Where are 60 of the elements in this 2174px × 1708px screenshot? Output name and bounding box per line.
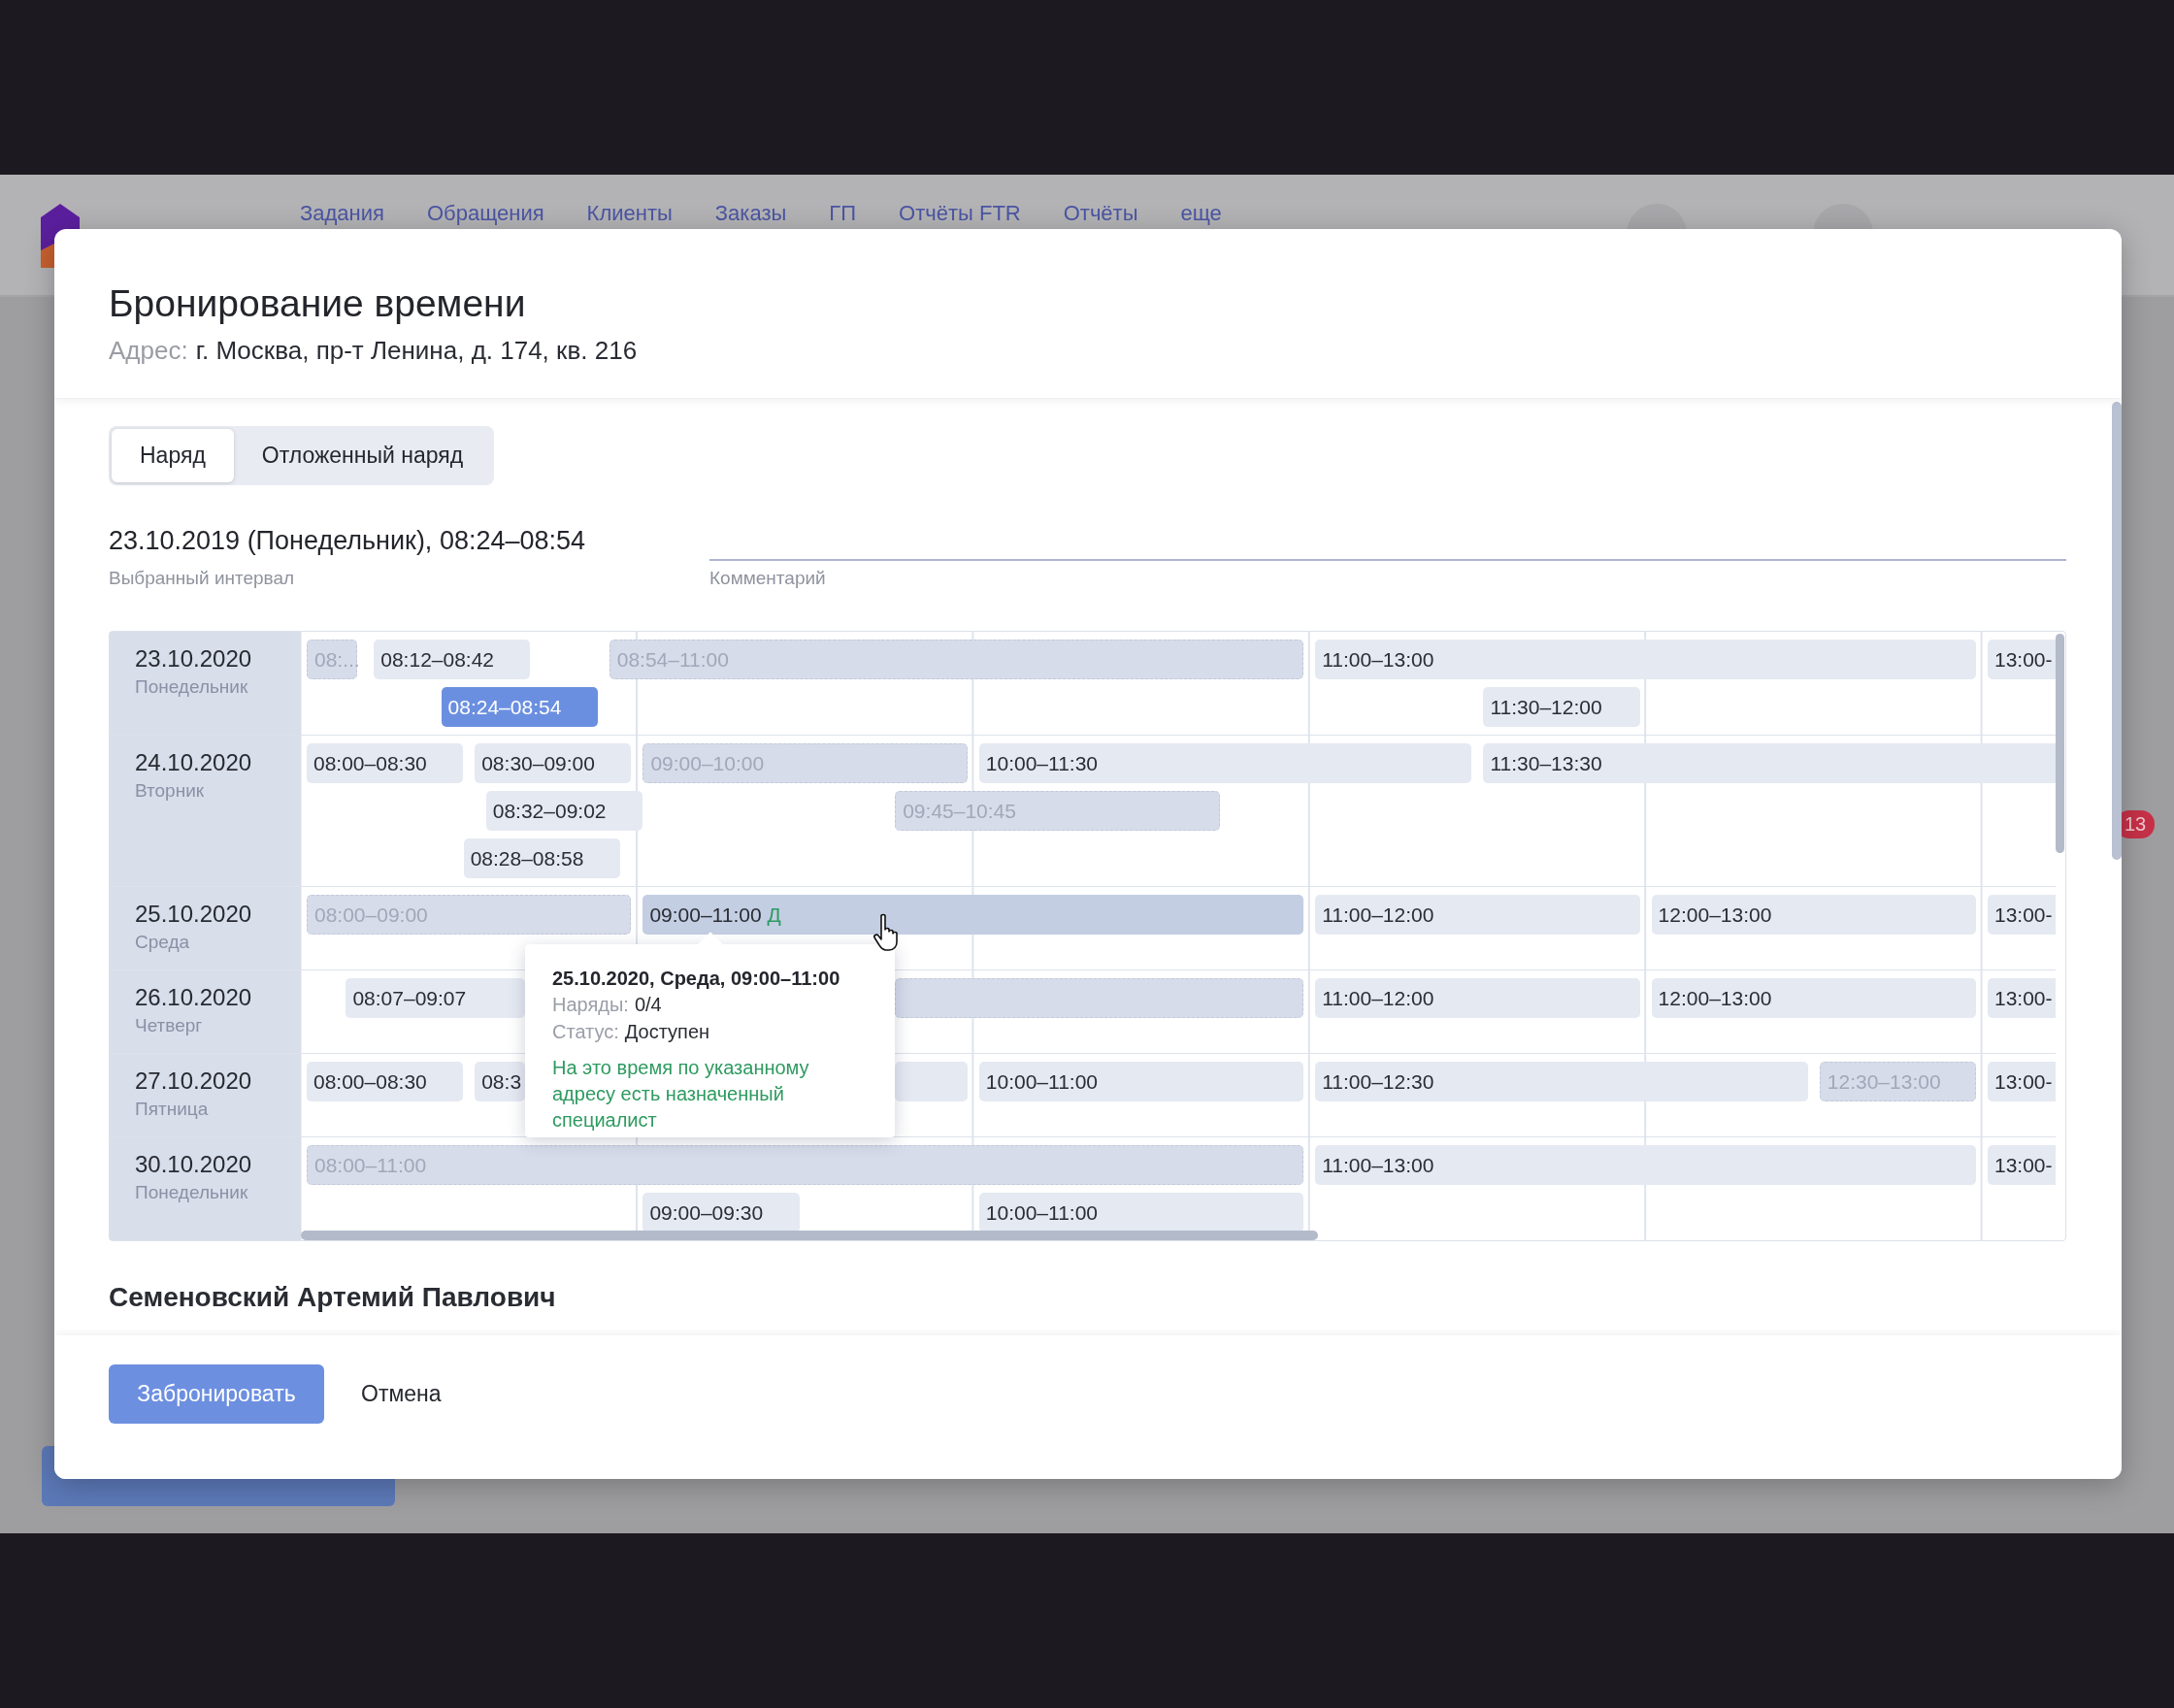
time-slot[interactable]: 08:07–09:07 xyxy=(346,978,525,1018)
address-label: Адрес: xyxy=(109,335,188,367)
time-slot[interactable]: 10:00–11:00 xyxy=(978,1193,1304,1232)
tab[interactable]: Наряд xyxy=(112,429,234,482)
day-date: 27.10.2020 xyxy=(135,1068,253,1095)
tooltip-note: На это время по указанному адресу есть назначенный специалист xyxy=(552,1056,810,1133)
time-slot[interactable]: 13:00- xyxy=(1988,640,2056,679)
time-slot[interactable]: 11:30–13:30 xyxy=(1483,743,2056,783)
time-slot[interactable] xyxy=(895,1062,968,1101)
time-slot[interactable]: 08:32–09:02 xyxy=(485,791,642,831)
cancel-button[interactable]: Отмена xyxy=(357,1364,445,1424)
time-slot[interactable]: 13:00- xyxy=(1988,1145,2056,1185)
day-date: 24.10.2020 xyxy=(135,749,253,776)
selected-interval: 23.10.2019 (Понедельник), 08:24–08:54 xyxy=(109,525,587,557)
day-weekday: Четверг xyxy=(135,1014,204,1037)
day-weekday: Понедельник xyxy=(135,675,249,699)
time-slot[interactable]: 08:00–08:30 xyxy=(307,743,464,783)
time-slot[interactable]: 11:30–12:00 xyxy=(1483,687,1640,727)
orders-value: 0/4 xyxy=(634,993,662,1017)
day-weekday: Понедельник xyxy=(135,1181,249,1204)
time-slot[interactable]: 09:00–09:30 xyxy=(642,1193,800,1232)
orders-label: Наряды: xyxy=(552,993,629,1017)
day-weekday: Пятница xyxy=(135,1098,210,1121)
time-slot[interactable]: 10:00–11:00 xyxy=(978,1062,1304,1101)
status-label: Статус: xyxy=(552,1020,619,1044)
time-slot[interactable]: 11:00–12:00 xyxy=(1315,978,1640,1018)
time-slot[interactable]: 13:00- xyxy=(1988,1062,2056,1101)
time-slot[interactable]: 12:00–13:00 xyxy=(1651,978,1976,1018)
tab[interactable]: Отложенный наряд xyxy=(233,429,492,482)
time-slot[interactable]: 08:00–08:30 xyxy=(307,1062,464,1101)
time-slot[interactable]: 13:00- xyxy=(1988,895,2056,935)
time-slot[interactable]: 13:00- xyxy=(1988,978,2056,1018)
day-date: 25.10.2020 xyxy=(135,901,253,928)
time-slot[interactable]: 11:00–12:00 xyxy=(1315,895,1640,935)
field-label: Выбранный интервал xyxy=(109,567,296,590)
day-date: 23.10.2020 xyxy=(135,645,253,673)
field-label: Комментарий xyxy=(709,567,827,590)
modal-title: Бронирование времени xyxy=(109,281,527,326)
scrollbar[interactable] xyxy=(2112,402,2122,860)
time-slot[interactable]: 11:00–12:30 xyxy=(1315,1062,1808,1101)
day-weekday: Вторник xyxy=(135,779,206,803)
status-value: Доступен xyxy=(624,1020,710,1044)
address-value: г. Москва, пр-т Ленина, д. 174, кв. 216 xyxy=(195,335,638,367)
scrollbar[interactable] xyxy=(301,1231,1318,1240)
scrollbar[interactable] xyxy=(2056,634,2064,853)
time-slot[interactable] xyxy=(895,978,1304,1018)
day-date: 30.10.2020 xyxy=(135,1151,253,1178)
time-slot[interactable]: 08:30–09:00 xyxy=(475,743,632,783)
time-slot[interactable]: 08:12–08:42 xyxy=(374,640,531,679)
specialist-name: Семеновский Артемий Павлович xyxy=(109,1282,557,1313)
time-slot[interactable]: 08:3 xyxy=(475,1062,525,1101)
day-weekday: Среда xyxy=(135,931,191,954)
time-slot[interactable]: 10:00–11:30 xyxy=(978,743,1472,783)
day-date: 26.10.2020 xyxy=(135,984,253,1011)
time-slot[interactable]: 08:28–08:58 xyxy=(463,838,620,878)
time-slot[interactable]: 12:00–13:00 xyxy=(1651,895,1976,935)
time-slot[interactable]: 11:00–13:00 xyxy=(1315,640,1976,679)
time-slot[interactable]: 11:00–13:00 xyxy=(1315,1145,1976,1185)
time-slot[interactable]: 09:00–11:00 Д xyxy=(642,895,1304,935)
tooltip-title: 25.10.2020, Среда, 09:00–11:00 xyxy=(552,967,841,991)
